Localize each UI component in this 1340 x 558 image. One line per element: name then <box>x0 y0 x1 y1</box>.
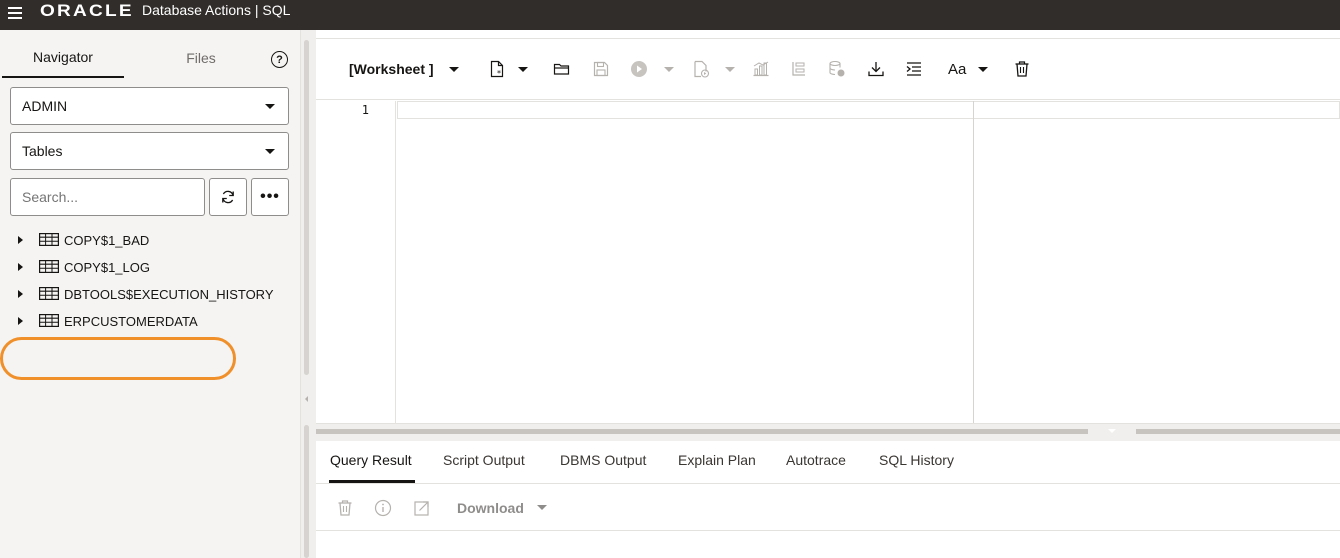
run-script-icon[interactable] <box>692 60 710 78</box>
sql-editor[interactable]: 1 <box>316 101 1340 423</box>
table-icon <box>39 260 59 273</box>
active-line[interactable] <box>397 101 1340 119</box>
tree-item-label: COPY$1_LOG <box>64 260 150 275</box>
table-icon <box>39 287 59 300</box>
navigator-tabs: Navigator Files <box>0 38 300 78</box>
expand-arrow-icon[interactable] <box>18 236 23 244</box>
chevron-down-icon[interactable] <box>725 67 735 72</box>
line-number: 1 <box>361 103 369 117</box>
editor-results-splitter[interactable] <box>316 423 1340 441</box>
oracle-logo: ORACLE <box>40 1 134 20</box>
worksheet-selector[interactable]: [Worksheet ] <box>349 61 434 77</box>
object-type-select-value: Tables <box>22 143 63 159</box>
more-icon: ••• <box>260 188 280 205</box>
chevron-down-icon[interactable] <box>664 67 674 72</box>
run-icon[interactable] <box>630 60 648 78</box>
tree-item-label: DBTOOLS$EXECUTION_HISTORY <box>64 287 274 302</box>
new-worksheet-icon[interactable]: * <box>488 60 506 78</box>
tab-files[interactable]: Files <box>140 38 262 78</box>
tab-dbms-output[interactable]: DBMS Output <box>560 452 646 468</box>
results-toolbar: Download <box>316 485 1340 531</box>
splitter-handle[interactable] <box>1136 429 1340 434</box>
sql-history-icon[interactable] <box>828 60 846 78</box>
open-external-icon[interactable] <box>413 499 431 517</box>
tab-query-result[interactable]: Query Result <box>330 452 412 468</box>
collapse-arrow-icon[interactable] <box>305 396 308 402</box>
autotrace-icon[interactable] <box>790 60 808 78</box>
expand-arrow-icon[interactable] <box>18 290 23 298</box>
save-icon[interactable] <box>592 60 610 78</box>
top-bar: ORACLE Database Actions | SQL <box>0 0 1340 30</box>
tab-sql-history[interactable]: SQL History <box>879 452 954 468</box>
line-number-gutter: 1 <box>316 101 396 423</box>
chevron-down-icon <box>265 149 275 154</box>
schema-select-value: ADMIN <box>22 98 68 114</box>
expand-arrow-icon[interactable] <box>18 317 23 325</box>
results-panel: Query Result Script Output DBMS Output E… <box>316 441 1340 558</box>
tab-script-output[interactable]: Script Output <box>443 452 525 468</box>
splitter-handle[interactable] <box>316 429 1088 434</box>
tab-navigator[interactable]: Navigator <box>2 38 124 78</box>
refresh-icon <box>222 190 234 204</box>
open-folder-icon[interactable] <box>553 60 571 78</box>
splitter-handle[interactable] <box>304 40 309 375</box>
expand-arrow-icon[interactable] <box>18 263 23 271</box>
search-input[interactable] <box>10 178 205 216</box>
chevron-down-icon <box>265 104 275 109</box>
delete-icon[interactable] <box>336 499 354 517</box>
table-icon <box>39 314 59 327</box>
tree-item[interactable]: COPY$1_LOG <box>0 254 300 280</box>
tab-explain-plan[interactable]: Explain Plan <box>678 452 756 468</box>
tab-autotrace[interactable]: Autotrace <box>786 452 846 468</box>
results-tabs: Query Result Script Output DBMS Output E… <box>316 441 1340 484</box>
table-icon <box>39 233 59 246</box>
info-icon[interactable] <box>374 499 392 517</box>
tree-item-label: COPY$1_BAD <box>64 233 150 248</box>
help-icon[interactable]: ? <box>271 51 288 68</box>
tree-item[interactable]: COPY$1_BAD <box>0 227 300 253</box>
download-button[interactable]: Download <box>457 500 524 516</box>
chevron-down-icon[interactable] <box>978 67 988 72</box>
svg-text:*: * <box>497 69 501 78</box>
download-icon[interactable] <box>867 60 885 78</box>
active-tab-indicator <box>329 480 415 483</box>
chevron-down-icon[interactable] <box>537 505 547 510</box>
chevron-down-icon[interactable] <box>518 67 528 72</box>
chevron-down-icon[interactable] <box>449 67 459 72</box>
more-actions-button[interactable]: ••• <box>251 178 289 216</box>
refresh-button[interactable] <box>209 178 247 216</box>
navigator-panel: Navigator Files ? ADMIN Tables ••• COPY$… <box>0 30 300 558</box>
tree-item[interactable]: ERPCUSTOMERDATA <box>0 308 300 334</box>
splitter-handle[interactable] <box>304 425 309 558</box>
worksheet-toolbar: [Worksheet ] * Aa <box>316 38 1340 100</box>
font-size-icon[interactable]: Aa <box>948 61 966 78</box>
format-icon[interactable] <box>905 60 923 78</box>
explain-plan-icon[interactable] <box>752 60 770 78</box>
highlight-annotation <box>0 337 236 380</box>
product-title: Database Actions | SQL <box>142 2 291 18</box>
tree-item-label: ERPCUSTOMERDATA <box>64 314 198 329</box>
panel-splitter[interactable] <box>300 30 316 558</box>
collapse-arrow-icon[interactable] <box>1108 429 1116 433</box>
schema-select[interactable]: ADMIN <box>10 87 289 125</box>
print-margin <box>973 101 974 423</box>
clear-icon[interactable] <box>1013 60 1031 78</box>
object-type-select[interactable]: Tables <box>10 132 289 170</box>
hamburger-menu-icon[interactable] <box>8 5 22 19</box>
tree-item[interactable]: DBTOOLS$EXECUTION_HISTORY <box>0 281 300 307</box>
